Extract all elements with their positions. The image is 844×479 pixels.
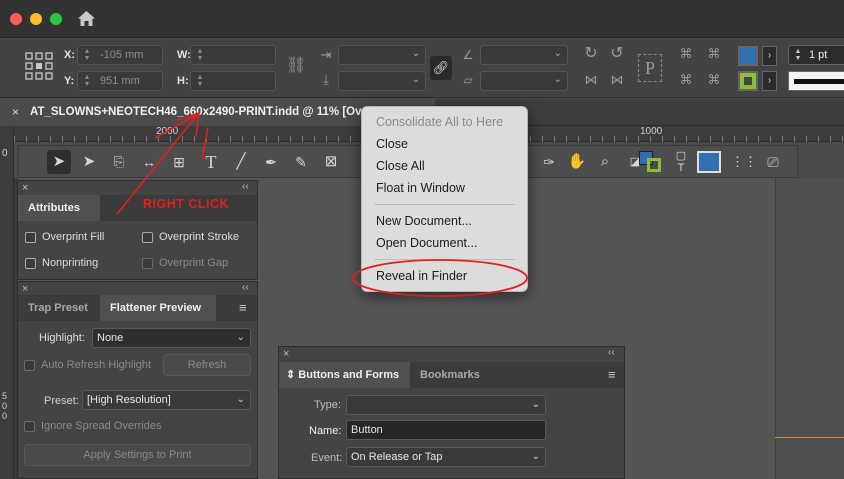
- annotation-arrow-line-2: [154, 113, 199, 139]
- annotation-label: RIGHT CLICK: [143, 197, 230, 211]
- annotation-overlay: [116, 111, 528, 297]
- annotation-circle: [352, 259, 528, 297]
- annotation-arrow-line-3: [201, 126, 209, 161]
